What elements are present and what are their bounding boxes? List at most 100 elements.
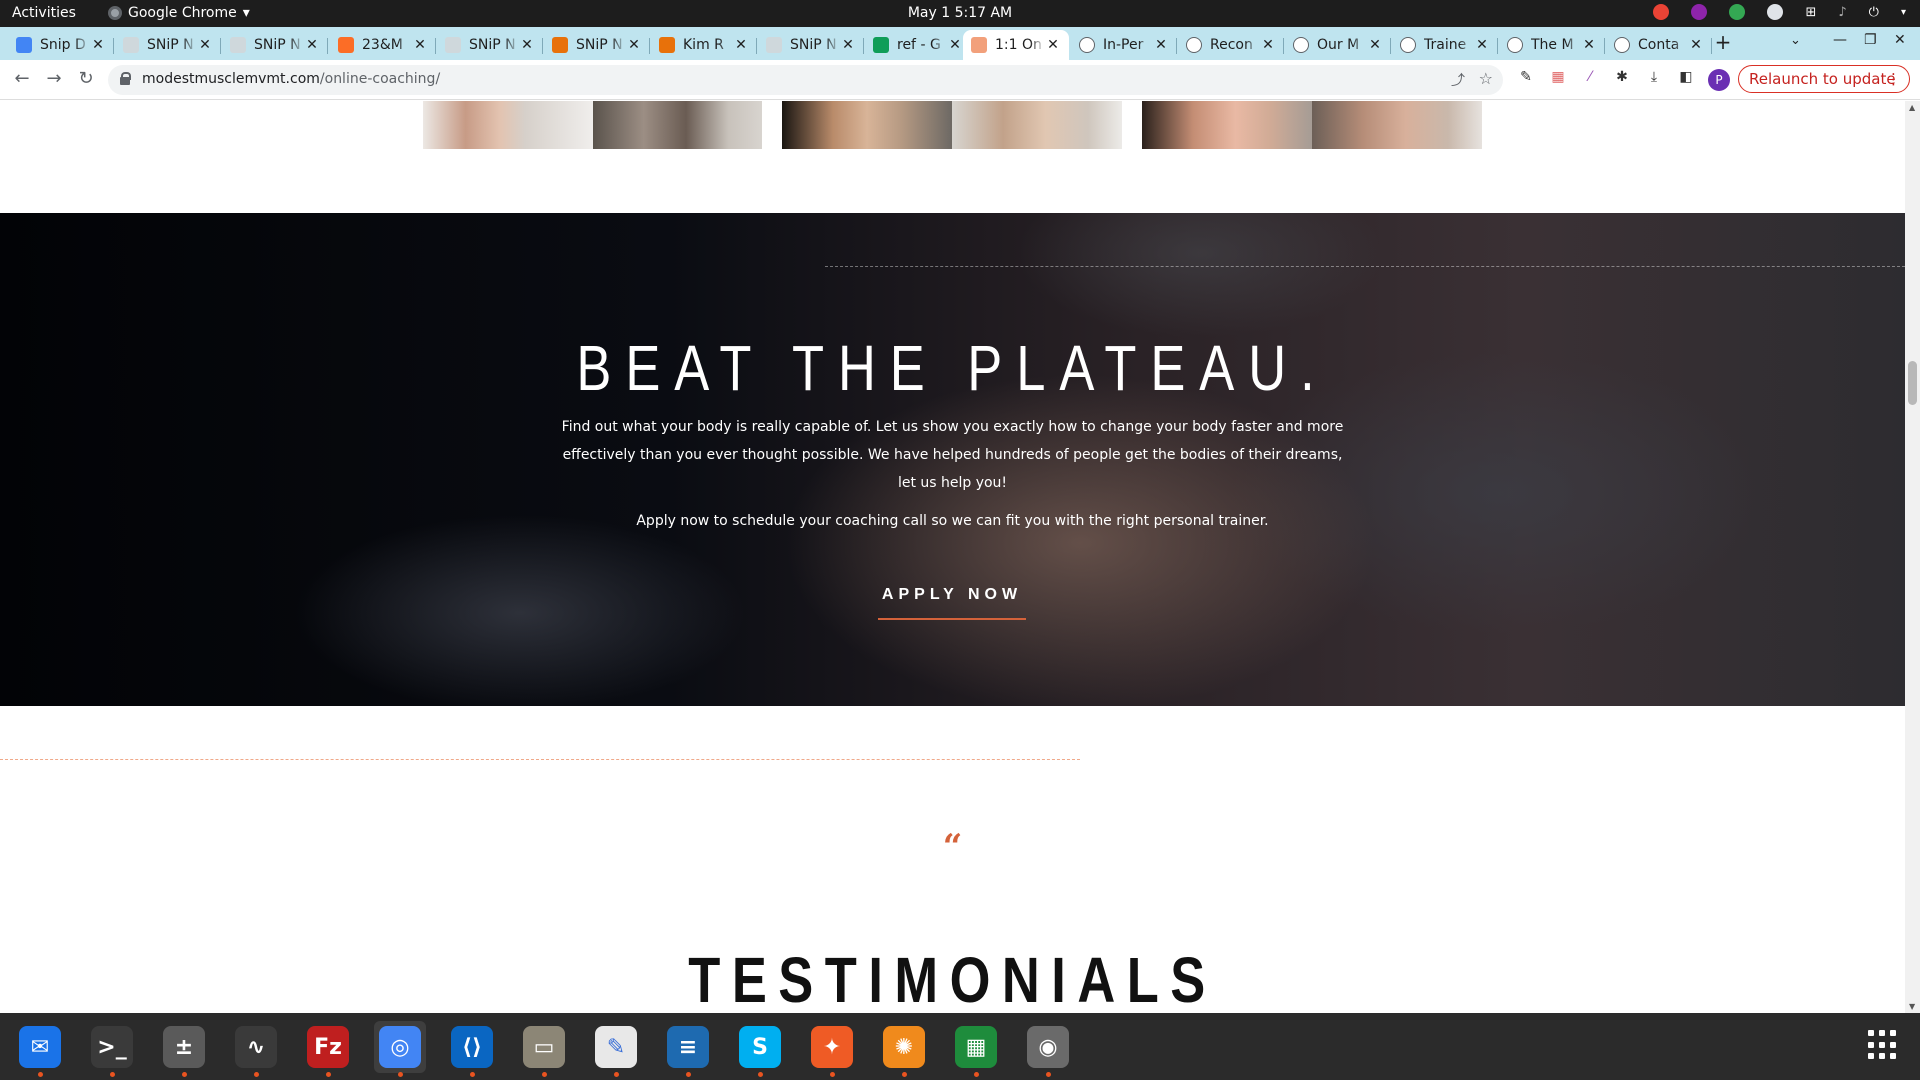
page-scrollbar[interactable]: ▲ ▼	[1905, 101, 1920, 1013]
browser-tab[interactable]: Recon ✕	[1178, 30, 1284, 60]
reload-icon[interactable]: ↻	[74, 68, 98, 89]
browser-tab[interactable]: The M ✕	[1499, 30, 1605, 60]
bookmark-star-icon[interactable]: ☆	[1479, 69, 1493, 88]
dock-libreoffice-calc[interactable]: ▦	[950, 1021, 1002, 1077]
dock-filezilla[interactable]: Fz	[302, 1021, 354, 1077]
volume-icon[interactable]: ♪	[1838, 5, 1846, 20]
browser-tab[interactable]: SNiP N ✕	[115, 30, 221, 60]
close-tab-icon[interactable]: ✕	[840, 37, 856, 53]
close-tab-icon[interactable]: ✕	[626, 37, 642, 53]
relaunch-to-update-button[interactable]: Relaunch to update ⋮	[1738, 65, 1910, 93]
tab-separator	[1604, 38, 1605, 54]
scroll-down-icon[interactable]: ▼	[1909, 1002, 1915, 1011]
browser-tab[interactable]: 1:1 On ✕	[963, 30, 1069, 60]
dock-chrome[interactable]: ◎	[374, 1021, 426, 1077]
browser-tab[interactable]: Conta ✕	[1606, 30, 1712, 60]
dock-thunderbird[interactable]: ✉	[14, 1021, 66, 1077]
close-tab-icon[interactable]: ✕	[1153, 37, 1169, 53]
decorative-divider	[825, 266, 1905, 267]
browser-tab[interactable]: Our M ✕	[1285, 30, 1391, 60]
dock-skype[interactable]: S	[734, 1021, 786, 1077]
quote-icon: “	[942, 827, 963, 867]
dock-system-monitor[interactable]: ∿	[230, 1021, 282, 1077]
scrollbar-thumb[interactable]	[1908, 361, 1917, 405]
side-panel-icon[interactable]: ◧	[1677, 69, 1695, 87]
sheets-icon	[873, 37, 889, 53]
browser-tab[interactable]: SNiP N ✕	[758, 30, 864, 60]
close-window-icon[interactable]: ✕	[1894, 32, 1906, 48]
dock-disk-utility[interactable]: ◉	[1022, 1021, 1074, 1077]
dock-terminal[interactable]: >_	[86, 1021, 138, 1077]
back-icon[interactable]: ←	[10, 68, 34, 89]
dock-postman[interactable]: ✦	[806, 1021, 858, 1077]
close-tab-icon[interactable]: ✕	[733, 37, 749, 53]
more-menu-icon[interactable]: ⋮	[1886, 66, 1901, 92]
tab-title: SNiP N	[147, 37, 194, 53]
url-text[interactable]: modestmusclemvmt.com/online-coaching/	[142, 71, 440, 87]
sync-tray-icon[interactable]	[1729, 4, 1746, 20]
calendar-extension-icon[interactable]: ▦	[1549, 69, 1567, 87]
browser-tab[interactable]: Traine ✕	[1392, 30, 1498, 60]
show-applications-icon[interactable]	[1868, 1030, 1898, 1060]
close-tab-icon[interactable]: ✕	[197, 37, 213, 53]
browser-tab[interactable]: In-Per ✕	[1071, 30, 1177, 60]
browser-tab[interactable]: Snip D ✕	[8, 30, 114, 60]
minimize-icon[interactable]: —	[1833, 32, 1847, 48]
restore-icon[interactable]: ❐	[1864, 32, 1877, 48]
close-tab-icon[interactable]: ✕	[947, 37, 963, 53]
clock[interactable]: May 1 5:17 AM	[908, 5, 1012, 21]
lock-icon[interactable]	[120, 72, 131, 85]
close-tab-icon[interactable]: ✕	[304, 37, 320, 53]
eyedropper-extension-icon[interactable]: ✎	[1517, 69, 1535, 87]
browser-tab[interactable]: 23&M ✕	[330, 30, 436, 60]
browser-tab[interactable]: ref - G ✕	[865, 30, 971, 60]
close-tab-icon[interactable]: ✕	[1688, 37, 1704, 53]
close-tab-icon[interactable]: ✕	[90, 37, 106, 53]
close-tab-icon[interactable]: ✕	[1367, 37, 1383, 53]
browser-tab[interactable]: SNiP N ✕	[222, 30, 328, 60]
close-tab-icon[interactable]: ✕	[519, 37, 535, 53]
app-menu[interactable]: Google Chrome ▾	[108, 5, 250, 21]
share-icon[interactable]: ⤴	[1451, 70, 1465, 90]
close-tab-icon[interactable]: ✕	[1045, 37, 1061, 53]
calculator-icon: ±	[163, 1026, 205, 1068]
tab-separator	[113, 38, 114, 54]
close-tab-icon[interactable]: ✕	[1260, 37, 1276, 53]
browser-tab[interactable]: SNiP N ✕	[437, 30, 543, 60]
close-tab-icon[interactable]: ✕	[1581, 37, 1597, 53]
close-tab-icon[interactable]: ✕	[1474, 37, 1490, 53]
scroll-up-icon[interactable]: ▲	[1909, 103, 1915, 112]
network-icon[interactable]: ⊞	[1805, 5, 1816, 20]
browser-tab[interactable]: Kim R ✕	[651, 30, 757, 60]
extensions-puzzle-icon[interactable]: ✱	[1613, 69, 1631, 87]
new-tab-button[interactable]: +	[1711, 30, 1735, 54]
forward-icon[interactable]: →	[42, 68, 66, 89]
address-bar[interactable]: modestmusclemvmt.com/online-coaching/ ⤴ …	[108, 65, 1503, 95]
dock-files[interactable]: ▭	[518, 1021, 570, 1077]
globe-icon	[1079, 37, 1095, 53]
tab-separator	[327, 38, 328, 54]
browser-toolbar: ← → ↻ modestmusclemvmt.com/online-coachi…	[0, 60, 1920, 100]
tab-title: Our M	[1317, 37, 1360, 53]
system-top-bar: Activities Google Chrome ▾ May 1 5:17 AM…	[0, 0, 1920, 27]
app-tray-icon[interactable]	[1691, 4, 1708, 20]
dock-calculator[interactable]: ±	[158, 1021, 210, 1077]
chrome-tray-icon[interactable]	[1653, 4, 1670, 20]
dock-libreoffice-writer[interactable]: ≡	[662, 1021, 714, 1077]
system-tray[interactable]: ⊞ ♪ ⏻ ▾	[1653, 4, 1906, 20]
tab-search-icon[interactable]: ⌄	[1790, 33, 1801, 48]
apply-now-button[interactable]: APPLY NOW	[878, 580, 1026, 620]
dock-blaze[interactable]: ✺	[878, 1021, 930, 1077]
browser-tab[interactable]: SNiP N ✕	[544, 30, 650, 60]
page-content: BEAT THE PLATEAU. Find out what your bod…	[0, 101, 1905, 1013]
chevron-down-icon[interactable]: ▾	[1901, 7, 1906, 18]
power-icon[interactable]: ⏻	[1869, 5, 1879, 20]
close-tab-icon[interactable]: ✕	[412, 37, 428, 53]
accessibility-tray-icon[interactable]	[1767, 4, 1784, 20]
download-icon[interactable]: ⤓	[1645, 69, 1663, 87]
dock-vscode[interactable]: ⟨⟩	[446, 1021, 498, 1077]
activities-button[interactable]: Activities	[12, 5, 76, 21]
pen-extension-icon[interactable]: ⁄	[1581, 69, 1599, 87]
profile-avatar[interactable]: P	[1708, 69, 1730, 91]
dock-text-editor[interactable]: ✎	[590, 1021, 642, 1077]
